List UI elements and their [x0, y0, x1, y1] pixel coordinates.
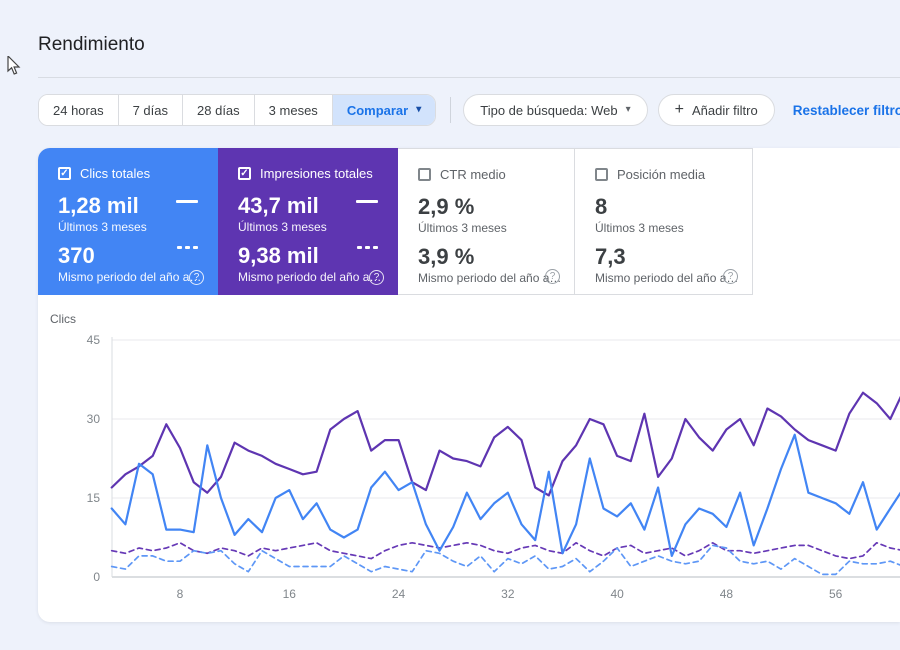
series-solid [110, 391, 900, 497]
mouse-cursor [7, 54, 23, 81]
performance-chart[interactable]: 0 15 30 45 8 16 24 32 40 48 56 [0, 0, 900, 650]
series-dashed [110, 544, 900, 576]
y-tick-label: 45 [87, 333, 101, 347]
series-dashed [110, 541, 900, 560]
x-tick-label: 56 [829, 587, 843, 601]
x-tick-label: 16 [283, 587, 297, 601]
y-tick-label: 0 [93, 570, 100, 584]
x-tick-label: 24 [392, 587, 406, 601]
x-tick-label: 8 [177, 587, 184, 601]
chart-y-axis-title: Clics [50, 312, 76, 326]
x-tick-label: 48 [720, 587, 734, 601]
y-tick-label: 15 [87, 491, 101, 505]
y-tick-label: 30 [87, 412, 101, 426]
search-console-performance-page: { "page": { "title": "Rendimiento" }, "t… [0, 0, 900, 650]
x-tick-label: 40 [610, 587, 624, 601]
x-tick-label: 32 [501, 587, 515, 601]
